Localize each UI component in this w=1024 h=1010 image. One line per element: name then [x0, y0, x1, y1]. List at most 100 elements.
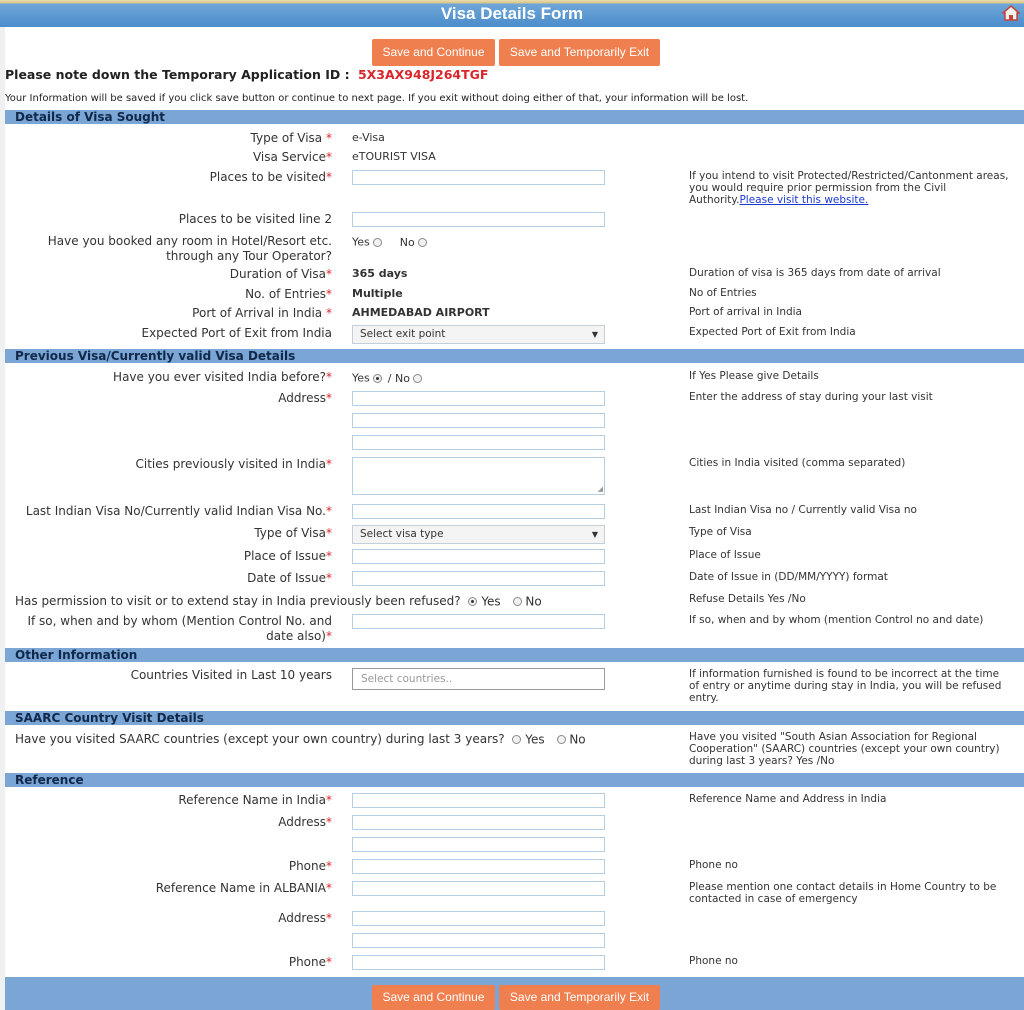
ref-india-phone-label: Phone*: [288, 859, 332, 873]
section-other-info: Other Information: [5, 648, 1024, 662]
places-help: If you intend to visit Protected/Restric…: [689, 170, 1009, 206]
hotel-no-label: No: [399, 235, 415, 249]
save-exit-button[interactable]: Save and Temporarily Exit: [499, 39, 660, 66]
saarc-no-radio[interactable]: [556, 735, 566, 744]
countries-help: If information furnished is found to be …: [689, 668, 1002, 704]
ref-home-address-line2[interactable]: [352, 933, 605, 948]
prev-visa-type-help: Type of Visa: [689, 526, 752, 538]
port-arrival-help: Port of arrival in India: [689, 306, 802, 318]
refused-help: Refuse Details Yes /No: [689, 593, 806, 605]
visa-type-label: Type of Visa *: [250, 131, 332, 145]
saarc-question: Have you visited SAARC countries (except…: [15, 732, 505, 746]
form-panel: Save and Continue Save and Temporarily E…: [5, 27, 1024, 977]
home-icon[interactable]: [1002, 5, 1020, 21]
port-exit-help: Expected Port of Exit from India: [689, 326, 856, 338]
section-previous-visa: Previous Visa/Currently valid Visa Detai…: [5, 349, 1024, 363]
date-issue-input[interactable]: [352, 571, 605, 586]
refused-row: Has permission to visit or to extend sta…: [15, 594, 542, 609]
info-note: Your Information will be saved if you cl…: [5, 93, 749, 104]
hotel-no-radio[interactable]: [418, 237, 428, 247]
ref-home-name-help: Please mention one contact details in Ho…: [689, 881, 997, 905]
prev-visa-type-select[interactable]: Select visa type ▼: [352, 525, 605, 544]
visited-india-label: Have you ever visited India before?*: [113, 370, 332, 384]
saarc-no-label: No: [569, 732, 586, 747]
ref-india-address-line2[interactable]: [352, 837, 605, 852]
saarc-row: Have you visited SAARC countries (except…: [15, 732, 586, 747]
prev-address-line2[interactable]: [352, 413, 605, 428]
section-saarc: SAARC Country Visit Details: [5, 711, 1024, 725]
ref-india-address-line1[interactable]: [352, 815, 605, 830]
hotel-yes-label: Yes: [352, 235, 370, 249]
hotel-booking-radios: Yes No: [352, 235, 428, 249]
places2-label: Places to be visited line 2: [178, 212, 332, 226]
saarc-yes-radio[interactable]: [512, 735, 522, 744]
prev-address-help: Enter the address of stay during your la…: [689, 391, 933, 403]
entries-label: No. of Entries*: [245, 287, 332, 301]
date-issue-help: Date of Issue in (DD/MM/YYYY) format: [689, 571, 888, 583]
temp-id-notice: Please note down the Temporary Applicati…: [5, 67, 488, 82]
visited-no-label: / No: [387, 371, 410, 385]
ref-india-name-input[interactable]: [352, 793, 605, 808]
save-continue-button-bottom[interactable]: Save and Continue: [372, 985, 495, 1010]
ref-home-phone-input[interactable]: [352, 955, 605, 970]
places2-input[interactable]: [352, 212, 605, 227]
refused-no-label: No: [525, 594, 542, 609]
entries-value: Multiple: [352, 287, 403, 300]
place-issue-help: Place of Issue: [689, 549, 761, 561]
save-continue-button[interactable]: Save and Continue: [372, 39, 495, 66]
ref-home-phone-help: Phone no: [689, 955, 738, 967]
visa-type-value: e-Visa: [352, 131, 385, 144]
places-input[interactable]: [352, 170, 605, 185]
chevron-down-icon: ▼: [591, 530, 598, 539]
refused-no-radio[interactable]: [512, 597, 522, 606]
ref-home-name-label: Reference Name in ALBANIA*: [155, 881, 332, 895]
ref-india-name-help: Reference Name and Address in India: [689, 793, 887, 805]
duration-label: Duration of Visa*: [229, 267, 332, 281]
cities-textarea[interactable]: ◢: [352, 457, 605, 495]
last-visa-help: Last Indian Visa no / Currently valid Vi…: [689, 504, 917, 516]
duration-value: 365 days: [352, 267, 408, 280]
refused-label: Has permission to visit or to extend sta…: [15, 594, 461, 608]
countries-label: Countries Visited in Last 10 years: [130, 668, 332, 682]
saarc-help: Have you visited "South Asian Associatio…: [689, 731, 1000, 767]
temp-id-label: Please note down the Temporary Applicati…: [5, 67, 350, 82]
entries-help: No of Entries: [689, 287, 757, 299]
resize-grip-icon[interactable]: ◢: [598, 486, 603, 493]
countries-multiselect[interactable]: Select countries..: [352, 668, 605, 690]
visited-yes-radio[interactable]: [373, 373, 383, 383]
saarc-yes-label: Yes: [525, 732, 545, 747]
ref-home-address-line1[interactable]: [352, 911, 605, 926]
prev-address-line3[interactable]: [352, 435, 605, 450]
prev-visa-type-label: Type of Visa*: [254, 526, 332, 540]
temp-id-value: 5X3AX948J264TGF: [357, 67, 489, 82]
hotel-yes-radio[interactable]: [373, 237, 383, 247]
place-issue-input[interactable]: [352, 549, 605, 564]
chevron-down-icon: ▼: [591, 330, 598, 339]
port-arrival-value: AHMEDABAD AIRPORT: [352, 306, 490, 319]
cities-help: Cities in India visited (comma separated…: [689, 457, 906, 469]
save-exit-button-bottom[interactable]: Save and Temporarily Exit: [499, 985, 660, 1010]
prev-address-label: Address*: [278, 391, 332, 405]
refused-yes-radio[interactable]: [468, 597, 478, 606]
port-arrival-label: Port of Arrival in India *: [192, 306, 332, 320]
date-issue-label: Date of Issue*: [247, 571, 332, 585]
places-label: Places to be visited*: [209, 170, 332, 184]
visit-website-link[interactable]: Please visit this website.: [739, 194, 868, 206]
visited-help: If Yes Please give Details: [689, 370, 819, 382]
last-visa-label: Last Indian Visa No/Currently valid Indi…: [25, 504, 332, 518]
last-visa-input[interactable]: [352, 504, 605, 519]
hotel-booking-label: Have you booked any room in Hotel/Resort…: [47, 234, 332, 263]
visited-no-radio[interactable]: [413, 373, 423, 383]
ref-home-name-input[interactable]: [352, 881, 605, 896]
visa-service-value: eTOURIST VISA: [352, 150, 436, 163]
visa-service-label: Visa Service*: [252, 150, 332, 164]
refused-whom-label: If so, when and by whom (Mention Control…: [27, 614, 332, 643]
prev-address-line1[interactable]: [352, 391, 605, 406]
place-issue-label: Place of Issue*: [243, 549, 332, 563]
ref-india-phone-input[interactable]: [352, 859, 605, 874]
port-exit-select[interactable]: Select exit point ▼: [352, 325, 605, 344]
ref-home-phone-label: Phone*: [288, 955, 332, 969]
section-reference: Reference: [5, 773, 1024, 787]
refused-whom-input[interactable]: [352, 614, 605, 629]
port-exit-label: Expected Port of Exit from India: [141, 326, 332, 340]
